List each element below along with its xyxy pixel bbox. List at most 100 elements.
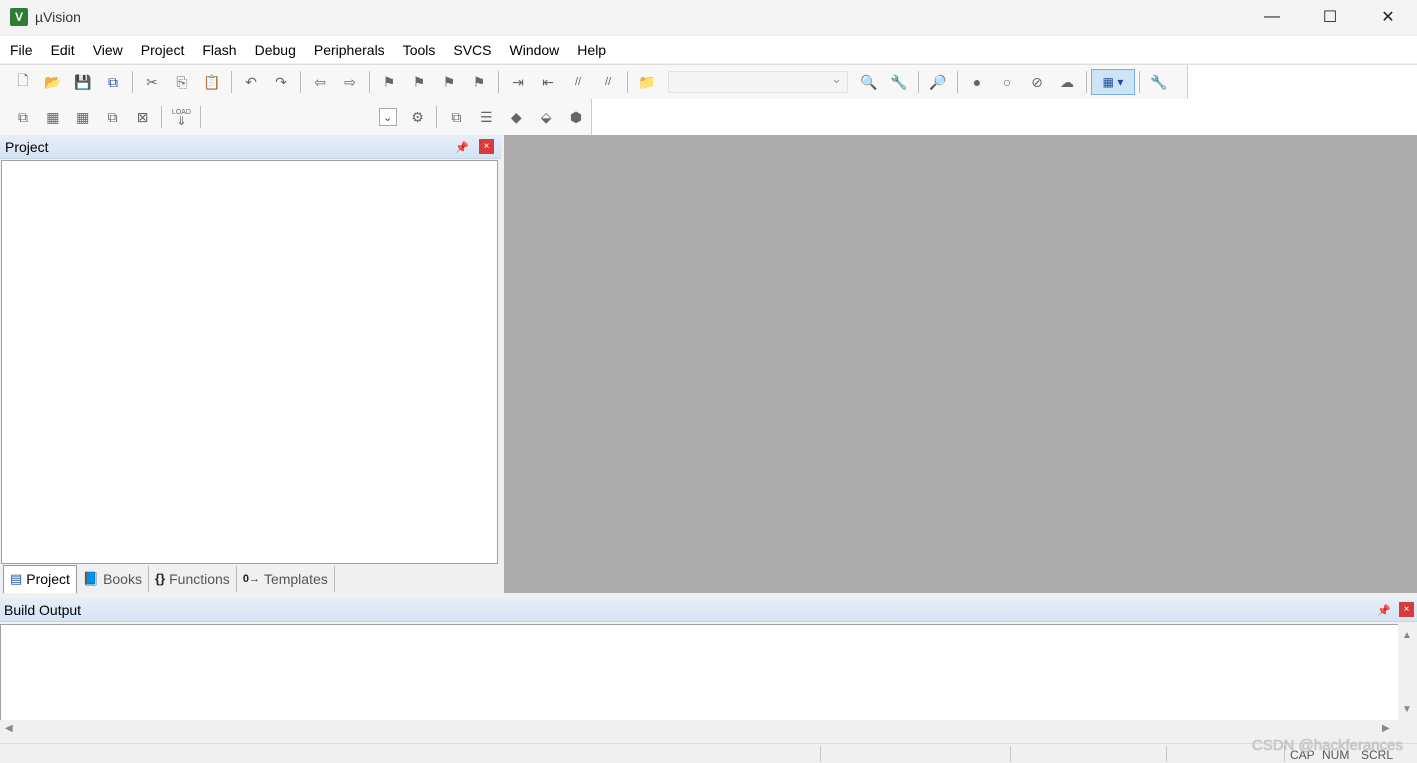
uvision-app-icon: V	[10, 8, 28, 26]
start-debug-icon[interactable]: 🔎	[925, 70, 951, 94]
navigate-back-icon[interactable]: ⇦	[307, 70, 333, 94]
find-in-files-icon[interactable]: 📁	[634, 70, 660, 94]
paste-icon[interactable]: 📋	[199, 70, 225, 94]
menu-window[interactable]: Window	[503, 42, 567, 58]
menu-project[interactable]: Project	[134, 42, 192, 58]
build-icon[interactable]: ▦	[40, 105, 66, 129]
toolbar-separator	[918, 71, 919, 93]
select-software-packs-icon[interactable]: ⬙	[533, 105, 559, 129]
tab-functions[interactable]: {} Functions	[149, 565, 237, 592]
undo-icon[interactable]: ↶	[238, 70, 264, 94]
window-controls: — ☐ ✕	[1243, 0, 1417, 34]
menu-file[interactable]: File	[3, 42, 40, 58]
functions-icon: {}	[154, 571, 166, 586]
bookmark-clear-icon[interactable]: ⚑	[466, 70, 492, 94]
target-select[interactable]: ⌄	[209, 105, 398, 129]
build-output-title: Build Output	[4, 602, 82, 618]
toolbar-separator	[161, 106, 163, 128]
save-icon[interactable]: 💾	[70, 70, 96, 94]
tab-label: Project	[26, 571, 70, 587]
batch-build-icon[interactable]: ⧉	[100, 105, 126, 129]
close-button[interactable]: ✕	[1359, 0, 1417, 34]
templates-icon: 0→	[242, 572, 260, 585]
scroll-left-icon[interactable]: ◀	[5, 723, 13, 734]
build-output-header: Build Output 📌 ×	[0, 598, 1417, 622]
breakpoint-kill-all-icon[interactable]: ☁	[1054, 70, 1080, 94]
toolbar-separator	[300, 71, 301, 93]
menu-peripherals[interactable]: Peripherals	[307, 42, 392, 58]
status-bar: CAP NUM SCRL	[0, 743, 1417, 763]
build-output-text[interactable]	[0, 624, 1398, 720]
save-all-icon[interactable]: ⧉	[100, 70, 126, 94]
pack-installer-icon[interactable]: ⬢	[563, 105, 589, 129]
open-file-icon[interactable]: 📂	[40, 70, 66, 94]
close-icon[interactable]: ×	[1399, 602, 1414, 617]
maximize-button[interactable]: ☐	[1301, 0, 1359, 34]
rebuild-icon[interactable]: ▦	[70, 105, 96, 129]
build-toolbar: ⧉ ▦ ▦ ⧉ ⊠ LOAD ⇓ ⌄ ⚙ ⧉ ☰ ◆ ⬙ ⬢	[0, 99, 592, 135]
chevron-down-icon[interactable]: ⌄	[378, 108, 397, 126]
project-panel-title: Project	[5, 138, 49, 155]
breakpoint-insert-icon[interactable]: ●	[964, 70, 990, 94]
toolbar-separator	[132, 71, 133, 93]
watermark: CSDN @hackferances	[1251, 737, 1403, 754]
window-view-icon[interactable]: ▦ ▾	[1091, 69, 1135, 95]
load-icon[interactable]: LOAD ⇓	[168, 105, 194, 129]
tab-books[interactable]: 📘 Books	[77, 565, 149, 592]
editor-area[interactable]	[504, 135, 1417, 593]
toolbar-separator	[957, 71, 958, 93]
toolbar-separator	[200, 106, 202, 128]
load-arrow-icon: ⇓	[176, 114, 187, 128]
toolbar-separator	[1139, 71, 1140, 93]
indent-icon[interactable]: ⇥	[505, 70, 531, 94]
project-panel-tabs: ▤ Project 📘 Books {} Functions 0→ Templa…	[0, 564, 501, 593]
tab-project[interactable]: ▤ Project	[3, 564, 77, 593]
menu-view[interactable]: View	[86, 42, 130, 58]
menu-tools[interactable]: Tools	[396, 42, 443, 58]
scroll-down-icon[interactable]: ▼	[1402, 704, 1412, 715]
tab-templates[interactable]: 0→ Templates	[237, 565, 335, 592]
unindent-icon[interactable]: ⇤	[535, 70, 561, 94]
toolbar-separator	[498, 71, 499, 93]
tab-label: Functions	[169, 570, 230, 587]
vertical-scrollbar[interactable]: ▲ ▼	[1398, 624, 1417, 720]
manage-project-items-icon[interactable]: ⧉	[443, 105, 469, 129]
scroll-right-icon[interactable]: ▶	[1382, 723, 1390, 734]
configure-icon[interactable]: 🔧	[1146, 70, 1172, 94]
menu-help[interactable]: Help	[570, 42, 613, 58]
stop-build-icon[interactable]: ⊠	[130, 105, 156, 129]
menu-svcs[interactable]: SVCS	[446, 42, 498, 58]
find-combo[interactable]	[668, 71, 848, 93]
breakpoint-disable-all-icon[interactable]: ⊘	[1024, 70, 1050, 94]
translate-icon[interactable]: ⧉	[10, 105, 36, 129]
project-panel-header: Project 📌 ×	[0, 135, 501, 159]
bookmark-icon[interactable]: ⚑	[376, 70, 402, 94]
manage-multi-project-icon[interactable]: ☰	[473, 105, 499, 129]
comment-icon[interactable]: //	[565, 70, 591, 94]
manage-runtime-environment-icon[interactable]: ◆	[503, 105, 529, 129]
toolbar-separator	[231, 71, 232, 93]
find-icon[interactable]: 🔧	[886, 70, 912, 94]
pin-icon[interactable]: 📌	[455, 140, 469, 154]
build-output-panel: Build Output 📌 × ▲ ▼ ◀ ▶	[0, 598, 1417, 743]
close-icon[interactable]: ×	[479, 139, 494, 154]
menu-debug[interactable]: Debug	[248, 42, 303, 58]
minimize-button[interactable]: —	[1243, 0, 1301, 34]
uncomment-icon[interactable]: //	[595, 70, 621, 94]
new-file-icon[interactable]: 🗋	[10, 70, 36, 94]
bookmark-next-icon[interactable]: ⚑	[436, 70, 462, 94]
breakpoint-enable-icon[interactable]: ○	[994, 70, 1020, 94]
pin-icon[interactable]: 📌	[1377, 603, 1391, 617]
menu-edit[interactable]: Edit	[44, 42, 82, 58]
scroll-up-icon[interactable]: ▲	[1402, 630, 1412, 641]
incremental-find-icon[interactable]: 🔍	[856, 70, 882, 94]
navigate-forward-icon[interactable]: ⇨	[337, 70, 363, 94]
copy-icon[interactable]: ⎘	[169, 70, 195, 94]
menu-flash[interactable]: Flash	[195, 42, 243, 58]
project-tree[interactable]	[1, 160, 498, 564]
horizontal-scrollbar[interactable]: ◀ ▶	[0, 720, 1398, 739]
cut-icon[interactable]: ✂	[139, 70, 165, 94]
bookmark-prev-icon[interactable]: ⚑	[406, 70, 432, 94]
redo-icon[interactable]: ↷	[268, 70, 294, 94]
target-options-icon[interactable]: ⚙	[405, 105, 431, 129]
